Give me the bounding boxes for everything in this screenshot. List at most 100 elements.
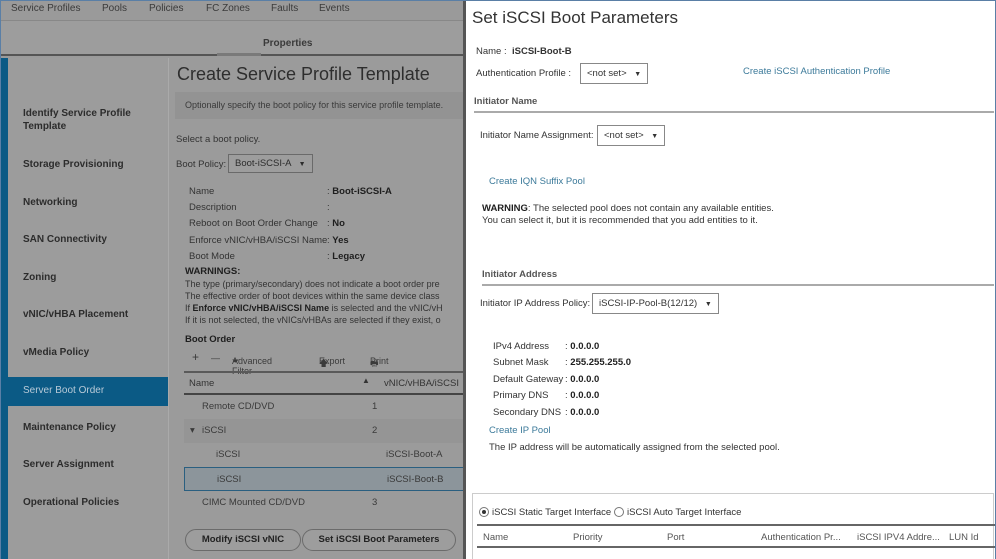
address-value: 255.255.255.0 <box>570 357 632 368</box>
tab-fc-zones[interactable]: FC Zones <box>206 3 250 14</box>
tab-faults[interactable]: Faults <box>271 3 298 14</box>
address-label: Secondary DNS <box>493 407 562 418</box>
initiator-address-section: Initiator Address <box>482 269 558 280</box>
initiator-name-section: Initiator Name <box>474 96 538 107</box>
set-iscsi-dialog: Set iSCSI Boot Parameters Name : iSCSI-B… <box>463 1 996 559</box>
create-ip-pool-link[interactable]: Create IP Pool <box>489 425 551 436</box>
sidebar-item-boot-order[interactable]: Server Boot Order <box>8 377 168 406</box>
modify-iscsi-vnic-button[interactable]: Modify iSCSI vNIC <box>185 529 301 551</box>
sidebar-item-label: Server Boot Order <box>23 385 105 396</box>
tab-properties[interactable]: Properties <box>263 38 312 49</box>
divider <box>482 284 994 286</box>
ip-note: The IP address will be automatically ass… <box>489 442 780 453</box>
table-row-selected[interactable]: iSCSI iSCSI-Boot-B <box>184 467 466 491</box>
sidebar-item-maintenance[interactable]: Maintenance Policy <box>23 421 168 434</box>
column-header-vnic[interactable]: vNIC/vHBA/iSCSI <box>384 378 459 389</box>
radio-empty-icon <box>614 507 624 518</box>
warning-line: If it is not selected, the vNICs/vHBAs a… <box>185 315 441 325</box>
select-label: Select a boot policy. <box>176 134 261 145</box>
detail-label: Reboot on Boot Order Change <box>189 218 318 229</box>
sidebar-item-storage[interactable]: Storage Provisioning <box>23 158 168 171</box>
chevron-down-icon: ▼ <box>298 161 306 168</box>
app-window: Service Profiles Pools Policies FC Zones… <box>0 0 996 559</box>
auth-profile-select[interactable]: <not set> ▼ <box>580 63 649 84</box>
create-auth-profile-link[interactable]: Create iSCSI Authentication Profile <box>743 66 890 77</box>
table-row[interactable]: ▾ iSCSI 2 <box>184 419 466 443</box>
detail-label: Enforce vNIC/vHBA/iSCSI Name <box>189 235 328 246</box>
table-toolbar: + — ⏷ Advanced Filter 🡅 Export 🖶 Print <box>192 350 389 376</box>
chevron-down-icon: ▼ <box>651 133 659 140</box>
remove-icon[interactable]: — <box>211 353 220 363</box>
boot-order-title: Boot Order <box>185 334 236 345</box>
tab-service-profiles[interactable]: Service Profiles <box>11 3 80 14</box>
table-row[interactable]: iSCSI iSCSI-Boot-A <box>184 443 466 467</box>
properties-bar: Properties <box>1 21 466 56</box>
sort-asc-icon[interactable]: ▲ <box>362 376 370 385</box>
boot-policy-label: Boot Policy: <box>176 159 227 170</box>
sidebar-item-assignment[interactable]: Server Assignment <box>23 458 168 471</box>
name-label: Name : <box>476 46 507 57</box>
detail-value: Yes <box>332 235 349 246</box>
initiator-assign-select[interactable]: <not set> ▼ <box>597 125 666 146</box>
ip-policy-select[interactable]: iSCSI-IP-Pool-B(12/12) ▼ <box>592 293 719 314</box>
detail-value: No <box>332 218 345 229</box>
pool-warning: WARNING: The selected pool does not cont… <box>482 203 774 214</box>
column-header[interactable]: Port <box>667 532 684 543</box>
warning-line: The type (primary/secondary) does not in… <box>185 279 440 289</box>
detail-label: Boot Mode <box>189 251 235 262</box>
initiator-assign-label: Initiator Name Assignment: <box>480 130 594 141</box>
target-interface-panel: iSCSI Static Target Interface iSCSI Auto… <box>472 493 995 559</box>
top-nav: Service Profiles Pools Policies FC Zones… <box>1 1 466 21</box>
main-panel: Create Service Profile Template Optional… <box>169 58 466 559</box>
address-label: Default Gateway <box>493 374 564 385</box>
target-table-header: Name Priority Port Authentication Pr... … <box>477 524 995 548</box>
tab-policies[interactable]: Policies <box>149 3 183 14</box>
sidebar-item-identify[interactable]: Identify Service Profile Template <box>23 107 168 133</box>
detail-value: Legacy <box>332 251 366 262</box>
create-iqn-pool-link[interactable]: Create IQN Suffix Pool <box>489 176 585 187</box>
sidebar-item-vmedia[interactable]: vMedia Policy <box>23 346 168 359</box>
boot-policy-select[interactable]: Boot-iSCSI-A ▼ <box>228 154 313 173</box>
name-value: iSCSI-Boot-B <box>512 46 572 57</box>
static-target-radio[interactable]: iSCSI Static Target Interface <box>479 507 611 518</box>
sidebar-item-networking[interactable]: Networking <box>23 196 168 209</box>
detail-label: Description <box>189 202 237 213</box>
sidebar-item-operational[interactable]: Operational Policies <box>23 496 168 509</box>
column-header[interactable]: Authentication Pr... <box>761 532 841 543</box>
address-label: IPv4 Address <box>493 341 549 352</box>
sidebar-item-zoning[interactable]: Zoning <box>23 271 168 284</box>
address-label: Subnet Mask <box>493 357 549 368</box>
table-row[interactable]: CIMC Mounted CD/DVD 3 <box>184 491 466 515</box>
add-icon[interactable]: + <box>192 350 199 364</box>
address-value: 0.0.0.0 <box>570 407 600 418</box>
wizard-sidebar: Identify Service Profile Template Storag… <box>1 58 169 559</box>
auth-profile-label: Authentication Profile : <box>476 68 572 79</box>
pool-warning-2: You can select it, but it is recommended… <box>482 215 758 226</box>
column-header-name[interactable]: Name <box>189 378 214 389</box>
warning-line: If Enforce vNIC/vHBA/iSCSI Name is selec… <box>185 303 443 313</box>
tab-underline <box>217 53 261 56</box>
page-title: Create Service Profile Template <box>177 64 430 84</box>
table-row[interactable]: Remote CD/DVD 1 <box>184 395 466 419</box>
address-value: 0.0.0.0 <box>570 374 600 385</box>
set-iscsi-boot-parameters-button[interactable]: Set iSCSI Boot Parameters <box>302 529 456 551</box>
ip-policy-label: Initiator IP Address Policy: <box>480 298 591 309</box>
expand-icon[interactable]: ▾ <box>190 425 195 436</box>
column-header[interactable]: iSCSI IPV4 Addre... <box>857 532 940 543</box>
detail-value: Boot-iSCSI-A <box>332 186 392 197</box>
address-value: 0.0.0.0 <box>570 341 600 352</box>
column-header[interactable]: Name <box>483 532 508 543</box>
warnings-title: WARNINGS: <box>185 266 241 277</box>
auto-target-radio[interactable]: iSCSI Auto Target Interface <box>614 507 741 518</box>
hint-banner: Optionally specify the boot policy for t… <box>175 92 466 119</box>
tab-pools[interactable]: Pools <box>102 3 127 14</box>
sidebar-item-san[interactable]: SAN Connectivity <box>23 233 168 246</box>
column-header[interactable]: LUN Id <box>949 532 979 543</box>
warning-line: The effective order of boot devices with… <box>185 291 440 301</box>
address-label: Primary DNS <box>493 390 549 401</box>
sidebar-item-placement[interactable]: vNIC/vHBA Placement <box>23 308 168 321</box>
divider <box>474 111 994 113</box>
tab-events[interactable]: Events <box>319 3 350 14</box>
column-header[interactable]: Priority <box>573 532 603 543</box>
detail-label: Name <box>189 186 215 197</box>
